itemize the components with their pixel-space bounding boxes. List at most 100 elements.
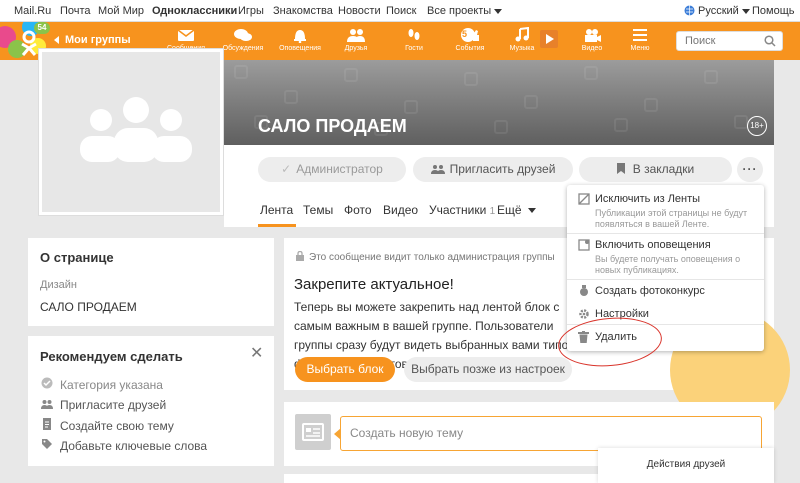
search-icon[interactable]: [764, 35, 776, 47]
tab-more-label: Ещё: [497, 203, 522, 217]
chevron-down-icon: [527, 208, 536, 214]
globe-icon: [684, 5, 695, 16]
menu-item-enable-notifications[interactable]: Включить оповещения: [595, 239, 711, 251]
recommendation-item[interactable]: Добавьте ключевые слова: [40, 438, 207, 453]
bell-icon: [294, 30, 306, 43]
photo-contest-icon: [580, 285, 588, 296]
nav-events[interactable]: 5 События: [444, 24, 496, 58]
nav-label: Видео: [581, 45, 603, 52]
chevron-down-icon: [741, 8, 750, 14]
recommendation-item[interactable]: Пригласите друзей: [40, 398, 166, 412]
link-pochta[interactable]: Почта: [60, 5, 91, 17]
link-novosti[interactable]: Новости: [338, 5, 381, 17]
friends-activity-panel[interactable]: Действия друзей: [598, 448, 774, 483]
bookmark-button[interactable]: В закладки: [579, 157, 732, 182]
all-projects-dropdown[interactable]: Все проекты: [427, 5, 503, 17]
language-label: Русский: [698, 5, 739, 17]
link-znakomstva[interactable]: Знакомства: [273, 5, 333, 17]
friends-icon: [430, 165, 445, 174]
choose-block-button[interactable]: Выбрать блок: [295, 357, 395, 382]
link-igry[interactable]: Игры: [238, 5, 264, 17]
language-selector[interactable]: Русский: [684, 5, 750, 17]
nav-discussions[interactable]: Обсуждения: [217, 24, 269, 58]
topic-avatar-icon: [295, 414, 331, 450]
recommendation-label: Создайте свою тему: [60, 419, 174, 433]
menu-item-hint: появляться в вашей Ленте.: [595, 219, 710, 229]
bookmark-icon: [616, 163, 625, 174]
lock-icon: [296, 250, 304, 261]
close-icon[interactable]: ✕: [250, 346, 263, 362]
footprints-icon: [408, 29, 420, 40]
check-icon: ✓: [281, 162, 292, 176]
tab-photos[interactable]: Фото: [344, 203, 372, 217]
document-icon: [43, 418, 51, 430]
administrator-label: Администратор: [296, 162, 383, 176]
menu-item-photo-contest[interactable]: Создать фотоконкурс: [595, 285, 705, 297]
events-badge: 5: [462, 29, 468, 39]
link-odnoklassniki[interactable]: Одноклассники: [152, 5, 237, 17]
recommendation-item[interactable]: Создайте свою тему: [40, 418, 174, 433]
invite-friends-button[interactable]: Пригласить друзей: [413, 157, 573, 182]
nav-label: Друзья: [344, 45, 368, 52]
tab-members-label: Участники: [429, 203, 487, 217]
more-options-button[interactable]: ···: [737, 157, 763, 182]
search-input[interactable]: [677, 32, 757, 50]
check-circle-icon: [41, 377, 53, 389]
envelope-icon: [177, 29, 195, 41]
link-mailru[interactable]: Mail.Ru: [14, 5, 51, 17]
tab-more[interactable]: Ещё: [497, 203, 536, 217]
nav-label: Обсуждения: [222, 45, 264, 52]
recommendation-label: Категория указана: [60, 378, 163, 392]
link-poisk[interactable]: Поиск: [386, 5, 416, 17]
nav-label: Меню: [630, 45, 650, 52]
my-groups-label: Мои группы: [65, 34, 131, 46]
age-rating-badge: 18+: [747, 116, 767, 136]
my-groups-link[interactable]: Мои группы: [54, 34, 131, 46]
nav-video[interactable]: Видео: [566, 24, 618, 58]
friends-icon: [347, 29, 365, 42]
new-topic-input[interactable]: Создать новую тему: [340, 416, 762, 451]
nav-label: Оповещения: [279, 45, 321, 52]
recommendations-title: Рекомендуем сделать: [40, 349, 183, 364]
all-projects-label: Все проекты: [427, 5, 492, 17]
menu-item-hint: новых публикациях.: [595, 265, 679, 275]
help-link[interactable]: Помощь: [752, 5, 795, 17]
group-avatar[interactable]: [38, 48, 224, 216]
tag-icon: [42, 439, 52, 449]
search-box: [676, 31, 783, 51]
pin-title: Закрепите актуальное!: [294, 276, 454, 293]
menu-item-exclude-feed[interactable]: Исключить из Ленты: [595, 193, 700, 205]
administrator-button[interactable]: ✓ Администратор: [258, 157, 406, 182]
menu-divider: [567, 233, 764, 234]
admin-only-note-text: Это сообщение видит только администрация…: [309, 252, 555, 263]
nav-guests[interactable]: Гости: [388, 24, 440, 58]
nav-friends[interactable]: Друзья: [330, 24, 382, 58]
tab-feed[interactable]: Лента: [260, 203, 293, 217]
gear-icon: [579, 309, 589, 319]
menu-item-hint: Публикации этой страницы не будут: [595, 208, 748, 218]
friends-icon: [41, 400, 53, 409]
menu-icon: [633, 29, 647, 41]
nav-label: Гости: [405, 45, 423, 52]
ok-logo-icon: [21, 30, 37, 56]
nav-label: События: [455, 45, 485, 52]
recommendation-label: Пригласите друзей: [60, 398, 167, 412]
play-icon[interactable]: [540, 30, 558, 48]
tab-videos[interactable]: Видео: [383, 203, 418, 217]
nav-notifications[interactable]: Оповещения: [274, 24, 326, 58]
chat-bubbles-icon: [234, 29, 252, 41]
about-title: О странице: [40, 250, 114, 265]
link-moy-mir[interactable]: Мой Мир: [98, 5, 144, 17]
tab-members[interactable]: Участники 1: [429, 203, 495, 217]
chevron-down-icon: [494, 8, 503, 14]
notifications-on-icon: [578, 239, 590, 251]
chevron-left-icon: [54, 36, 59, 45]
nav-menu[interactable]: Меню: [614, 24, 666, 58]
active-tab-indicator: [258, 224, 296, 227]
recommendation-item[interactable]: Категория указана: [40, 377, 163, 392]
tab-topics[interactable]: Темы: [303, 203, 333, 217]
group-title: САЛО ПРОДАЕМ: [258, 116, 407, 136]
admin-only-note: Это сообщение видит только администрация…: [296, 250, 555, 263]
members-count: 1: [489, 206, 496, 217]
choose-later-button[interactable]: Выбрать позже из настроек: [404, 357, 572, 382]
